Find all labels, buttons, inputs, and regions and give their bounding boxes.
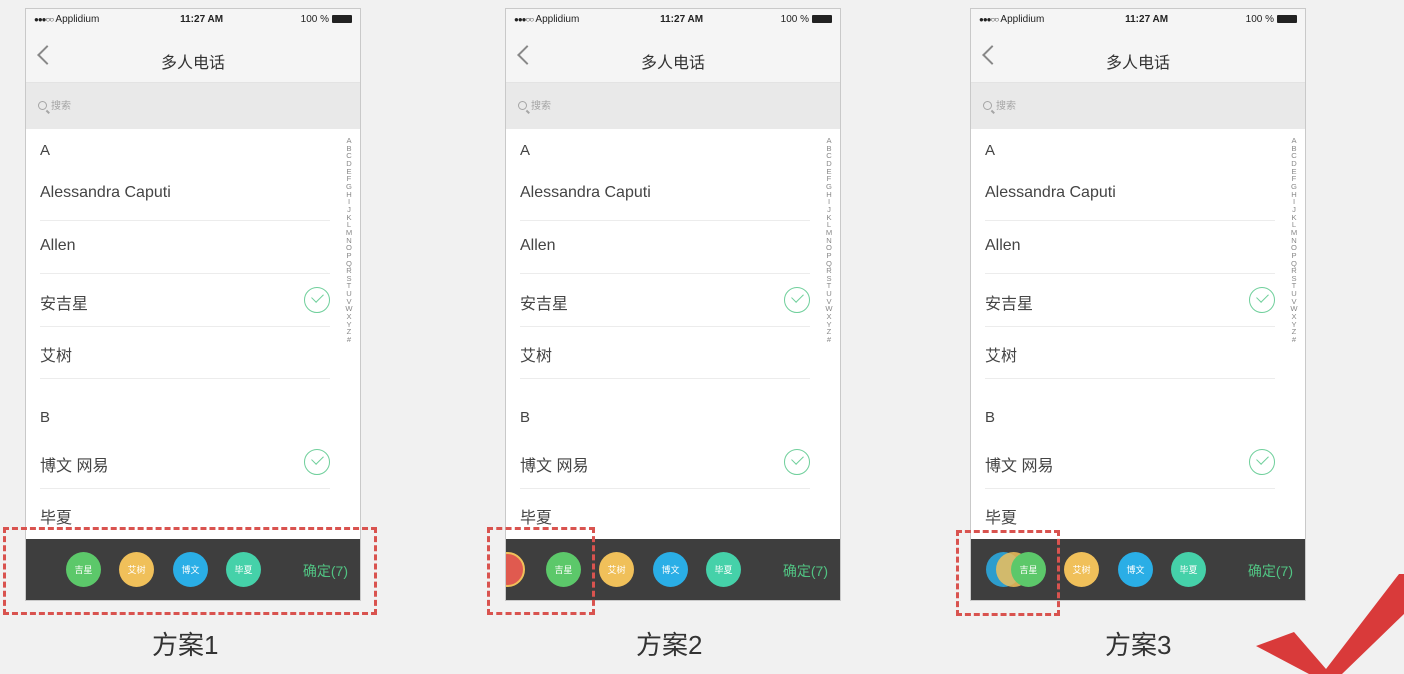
contact-name: Allen xyxy=(985,237,1021,254)
contact-name: 安吉星 xyxy=(40,296,89,313)
contact-name: 毕夏 xyxy=(520,510,553,527)
section-header-a: A xyxy=(985,142,996,159)
big-checkmark-icon xyxy=(1256,574,1404,674)
contact-row[interactable]: Alessandra Caputi xyxy=(40,169,330,221)
selected-avatar[interactable]: 毕夏 xyxy=(706,552,741,587)
alphabet-index[interactable]: A B C D E F G H I J K L M N O P Q R S T U V W X Y Z # xyxy=(1289,137,1299,344)
status-bar: ●●●○○ Applidium 11:27 AM 100 % xyxy=(506,9,840,31)
battery-status: 100 % xyxy=(301,14,352,25)
contact-name: Alessandra Caputi xyxy=(520,184,651,201)
status-time: 11:27 AM xyxy=(1125,14,1169,25)
contact-name: 艾树 xyxy=(520,348,553,365)
caption-plan-1: 方案1 xyxy=(152,630,219,660)
section-header-b: B xyxy=(985,409,996,426)
phone-mockup-2: ●●●○○ Applidium 11:27 AM 100 % 多人电话 搜索 A… xyxy=(505,8,841,601)
contact-name: Alessandra Caputi xyxy=(40,184,171,201)
battery-icon xyxy=(332,15,352,24)
contact-row[interactable]: 艾树 xyxy=(985,327,1275,379)
page-title: 多人电话 xyxy=(160,55,225,72)
phone-mockup-1: ●●●○○ Applidium 11:27 AM 100 % 多人电话 搜索 A… xyxy=(25,8,361,601)
check-icon[interactable] xyxy=(304,287,330,313)
section-header-b: B xyxy=(520,409,531,426)
check-icon[interactable] xyxy=(784,449,810,475)
nav-bar: 多人电话 xyxy=(26,31,360,83)
carrier-info: ●●●○○ Applidium xyxy=(979,14,1045,25)
page-title: 多人电话 xyxy=(1105,55,1170,72)
selected-avatar[interactable]: 艾树 xyxy=(1064,552,1099,587)
contact-name: Alessandra Caputi xyxy=(985,184,1116,201)
contact-row[interactable]: 安吉星 xyxy=(985,275,1275,327)
carrier-info: ●●●○○ Applidium xyxy=(514,14,580,25)
caption-plan-2: 方案2 xyxy=(636,630,703,660)
contact-name: 毕夏 xyxy=(40,510,73,527)
alphabet-index[interactable]: A B C D E F G H I J K L M N O P Q R S T U V W X Y Z # xyxy=(824,137,834,344)
confirm-button[interactable]: 确定(7) xyxy=(783,561,828,581)
selected-avatar[interactable]: 艾树 xyxy=(599,552,634,587)
phone-mockup-3: ●●●○○ Applidium 11:27 AM 100 % 多人电话 搜索 A… xyxy=(970,8,1306,601)
check-icon[interactable] xyxy=(304,449,330,475)
contact-row[interactable]: Allen xyxy=(985,222,1275,274)
selected-avatar[interactable]: 博文 xyxy=(1118,552,1153,587)
search-input[interactable]: 搜索 xyxy=(38,97,71,112)
contact-row[interactable]: Alessandra Caputi xyxy=(520,169,810,221)
highlight-box-2 xyxy=(487,527,595,615)
page-title: 多人电话 xyxy=(640,55,705,72)
contact-name: 毕夏 xyxy=(985,510,1018,527)
contact-row[interactable]: 艾树 xyxy=(40,327,330,379)
highlight-box-3 xyxy=(956,530,1060,616)
selected-avatar[interactable]: 毕夏 xyxy=(1171,552,1206,587)
search-icon xyxy=(38,101,47,110)
contact-row[interactable]: 博文 网易 xyxy=(985,437,1275,489)
check-icon[interactable] xyxy=(1249,449,1275,475)
caption-plan-3: 方案3 xyxy=(1105,630,1172,660)
check-icon[interactable] xyxy=(784,287,810,313)
contact-row[interactable]: Alessandra Caputi xyxy=(985,169,1275,221)
battery-icon xyxy=(812,15,832,24)
contact-name: 博文 网易 xyxy=(40,458,109,475)
contact-row[interactable]: 博文 网易 xyxy=(40,437,330,489)
nav-bar: 多人电话 xyxy=(971,31,1305,83)
battery-status: 100 % xyxy=(1246,14,1297,25)
search-input[interactable]: 搜索 xyxy=(518,97,551,112)
contact-name: 艾树 xyxy=(985,348,1018,365)
battery-status: 100 % xyxy=(781,14,832,25)
search-icon xyxy=(983,101,992,110)
nav-bar: 多人电话 xyxy=(506,31,840,83)
highlight-box-1 xyxy=(3,527,377,615)
contact-name: 安吉星 xyxy=(520,296,569,313)
contact-name: Allen xyxy=(40,237,76,254)
contact-row[interactable]: Allen xyxy=(40,222,330,274)
section-header-a: A xyxy=(40,142,51,159)
search-bar[interactable]: 搜索 xyxy=(971,83,1305,129)
contact-row[interactable]: 安吉星 xyxy=(520,275,810,327)
status-bar: ●●●○○ Applidium 11:27 AM 100 % xyxy=(26,9,360,31)
contact-row[interactable]: 安吉星 xyxy=(40,275,330,327)
contact-name: 博文 网易 xyxy=(520,458,589,475)
contact-name: 艾树 xyxy=(40,348,73,365)
section-header-a: A xyxy=(520,142,531,159)
search-icon xyxy=(518,101,527,110)
search-input[interactable]: 搜索 xyxy=(983,97,1016,112)
contact-name: 安吉星 xyxy=(985,296,1034,313)
battery-icon xyxy=(1277,15,1297,24)
alphabet-index[interactable]: A B C D E F G H I J K L M N O P Q R S T U V W X Y Z # xyxy=(344,137,354,344)
carrier-info: ●●●○○ Applidium xyxy=(34,14,100,25)
selected-avatar[interactable]: 博文 xyxy=(653,552,688,587)
status-time: 11:27 AM xyxy=(180,14,224,25)
contact-row[interactable]: 艾树 xyxy=(520,327,810,379)
status-time: 11:27 AM xyxy=(660,14,704,25)
contact-name: Allen xyxy=(520,237,556,254)
section-header-b: B xyxy=(40,409,51,426)
search-bar[interactable]: 搜索 xyxy=(26,83,360,129)
check-icon[interactable] xyxy=(1249,287,1275,313)
index-letter[interactable]: # xyxy=(824,336,834,344)
index-letter[interactable]: # xyxy=(1289,336,1299,344)
contact-name: 博文 网易 xyxy=(985,458,1054,475)
contact-row[interactable]: Allen xyxy=(520,222,810,274)
index-letter[interactable]: # xyxy=(344,336,354,344)
search-bar[interactable]: 搜索 xyxy=(506,83,840,129)
contact-row[interactable]: 博文 网易 xyxy=(520,437,810,489)
status-bar: ●●●○○ Applidium 11:27 AM 100 % xyxy=(971,9,1305,31)
